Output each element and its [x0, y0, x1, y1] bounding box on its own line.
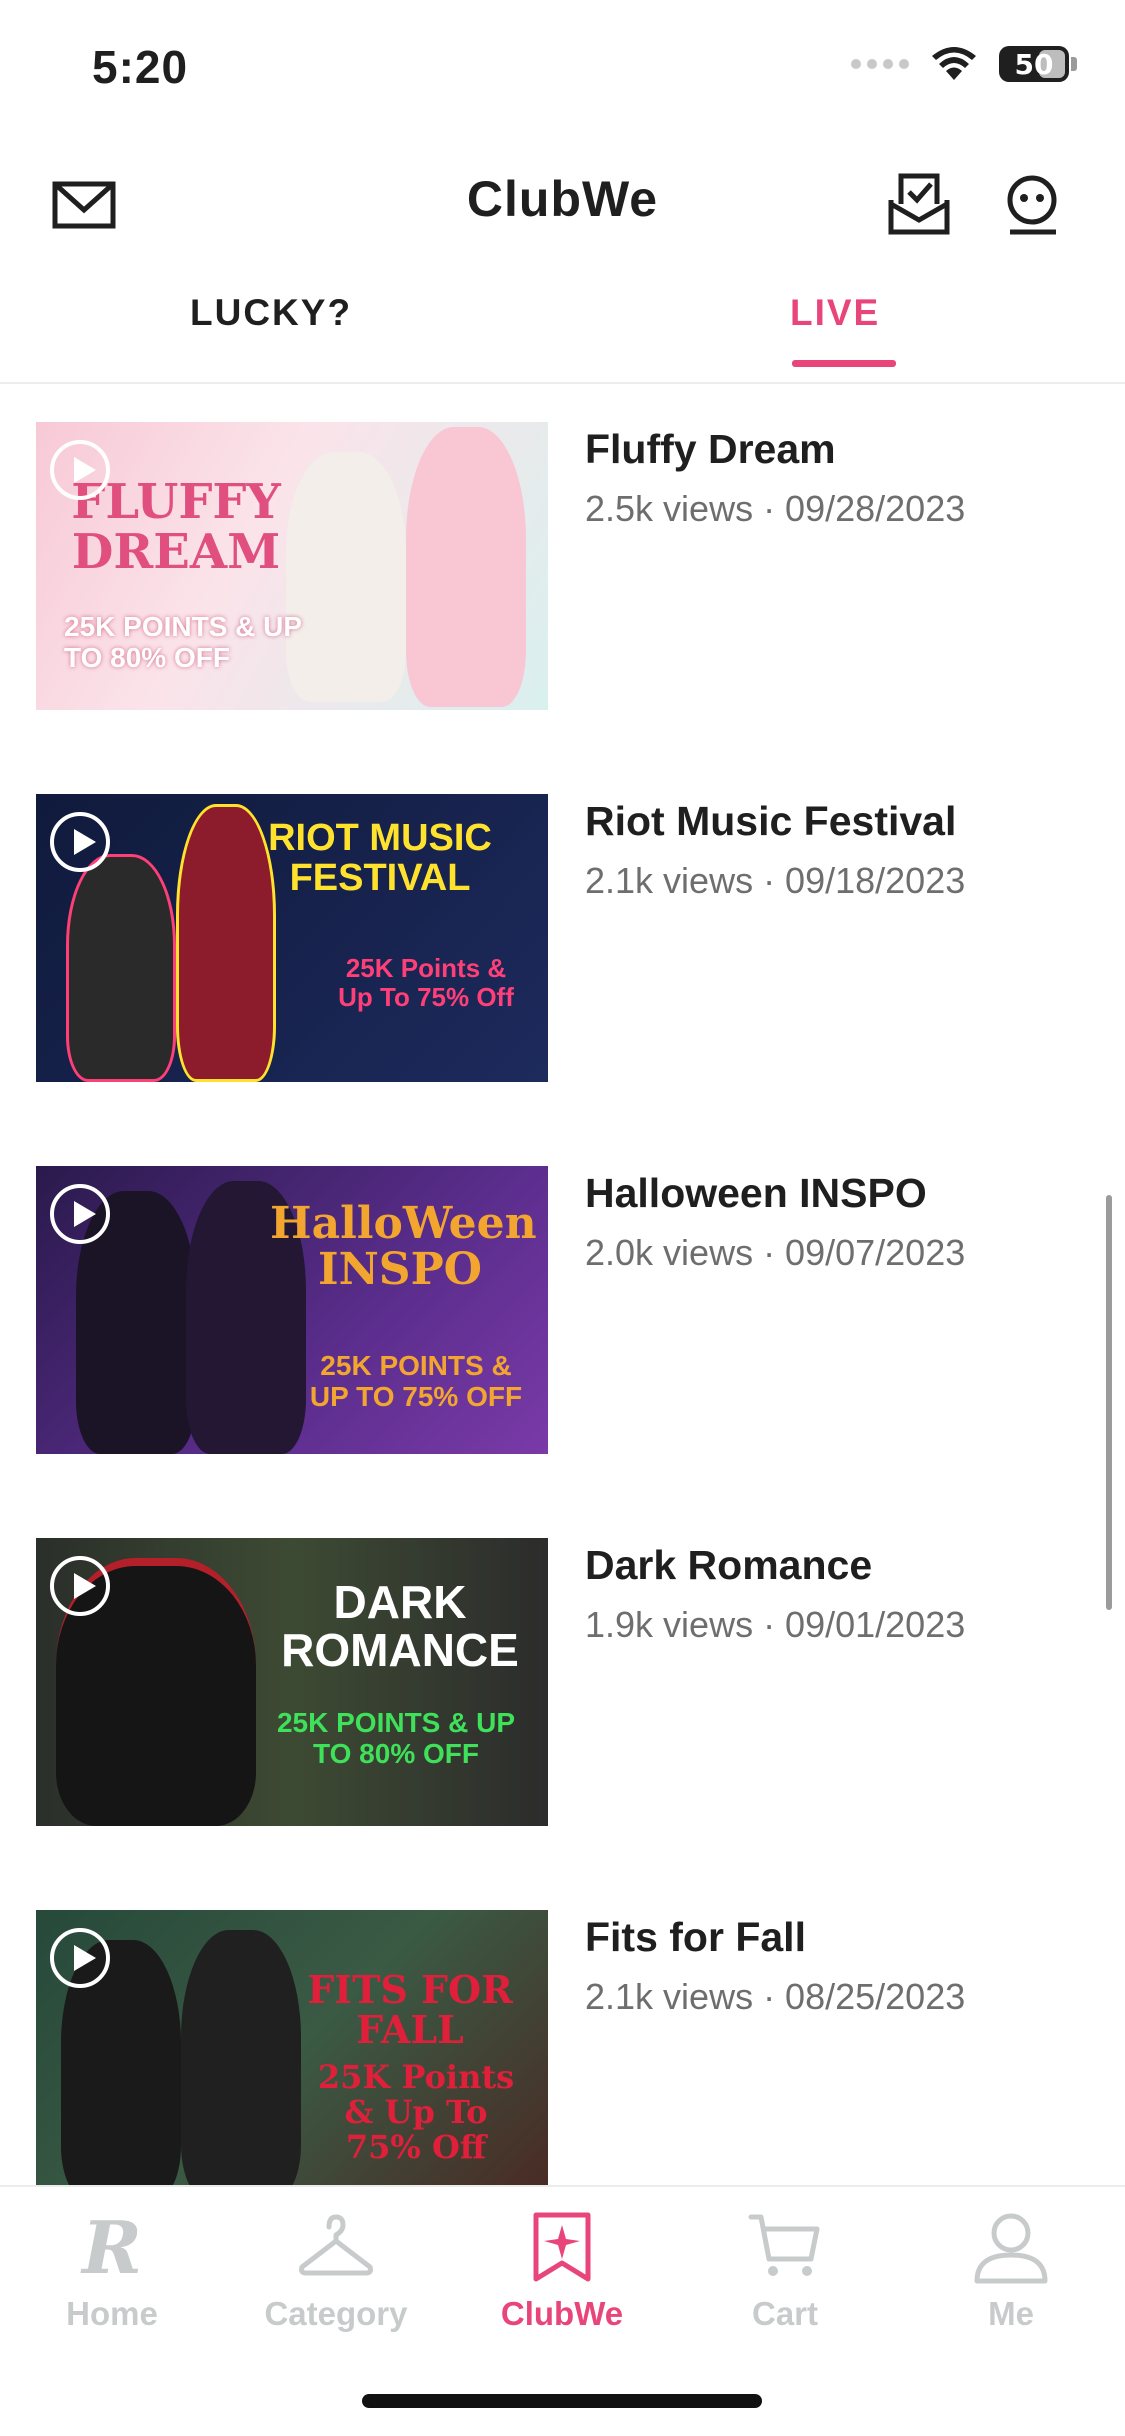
video-title[interactable]: Dark Romance — [585, 1542, 872, 1589]
video-thumbnail[interactable]: RIOT MUSIC FESTIVAL 25K Points & Up To 7… — [36, 794, 548, 1082]
play-icon — [50, 1184, 110, 1244]
hanger-icon — [299, 2214, 373, 2276]
list-item[interactable]: DARK ROMANCE 25K POINTS & UP TO 80% OFF … — [0, 1536, 1125, 1826]
r-logo-icon: R — [80, 2207, 142, 2287]
bookmark-star-icon — [533, 2212, 591, 2282]
nav-label-home: Home — [66, 2295, 158, 2332]
video-thumbnail[interactable]: FITS FOR FALL 25K Points & Up To 75% Off — [36, 1910, 548, 2198]
list-item[interactable]: RIOT MUSIC FESTIVAL 25K Points & Up To 7… — [0, 792, 1125, 1082]
video-thumbnail[interactable]: HalloWeen INSPO 25K POINTS & UP TO 75% O… — [36, 1166, 548, 1454]
nav-home[interactable]: R Home — [12, 2207, 212, 2333]
play-icon — [50, 812, 110, 872]
thumbnail-headline: RIOT MUSIC FESTIVAL — [268, 817, 492, 899]
app-title: ClubWe — [466, 171, 659, 227]
status-indicators: 50 — [851, 46, 1077, 82]
app-header: ClubWe — [0, 150, 1125, 250]
play-icon — [50, 1556, 110, 1616]
active-tab-indicator — [792, 360, 896, 367]
video-meta: 2.0k views · 09/07/2023 — [585, 1232, 966, 1273]
thumbnail-promo: 25K POINTS & UP TO 80% OFF — [64, 611, 302, 673]
thumbnail-headline: FITS FOR FALL — [307, 1967, 513, 2052]
video-meta: 2.1k views · 09/18/2023 — [585, 860, 966, 901]
thumbnail-promo: 25K Points & Up To 75% Off — [338, 953, 514, 1012]
home-indicator[interactable] — [362, 2394, 762, 2408]
thumbnail-headline: DARK ROMANCE — [281, 1576, 519, 1677]
wifi-icon — [932, 47, 976, 80]
video-title[interactable]: Riot Music Festival — [585, 798, 956, 845]
support-face-icon[interactable] — [1000, 170, 1068, 238]
list-item[interactable]: FITS FOR FALL 25K Points & Up To 75% Off… — [0, 1908, 1125, 2198]
video-meta: 2.1k views · 08/25/2023 — [585, 1976, 966, 2017]
list-item[interactable]: HalloWeen INSPO 25K POINTS & UP TO 75% O… — [0, 1164, 1125, 1454]
nav-clubwe[interactable]: ClubWe — [462, 2207, 662, 2333]
video-meta: 1.9k views · 09/01/2023 — [585, 1604, 966, 1645]
thumbnail-promo: 25K POINTS & UP TO 80% OFF — [276, 1707, 516, 1769]
video-title[interactable]: Fits for Fall — [585, 1914, 806, 1961]
battery-icon: 50 — [999, 46, 1069, 82]
video-thumbnail[interactable]: DARK ROMANCE 25K POINTS & UP TO 80% OFF — [36, 1538, 548, 1826]
battery-level: 50 — [1014, 47, 1054, 81]
person-icon — [974, 2213, 1048, 2284]
nav-label-clubwe: ClubWe — [500, 2295, 624, 2332]
tab-live[interactable]: LIVE — [790, 292, 880, 334]
svg-text:R: R — [80, 2207, 142, 2287]
nav-me[interactable]: Me — [911, 2207, 1111, 2333]
video-title[interactable]: Halloween INSPO — [585, 1170, 927, 1217]
thumbnail-promo: 25K Points & Up To 75% Off — [317, 2058, 515, 2167]
cart-icon — [748, 2214, 820, 2276]
video-title[interactable]: Fluffy Dream — [585, 426, 836, 473]
play-icon — [50, 440, 110, 500]
tab-lucky[interactable]: LUCKY? — [190, 292, 352, 334]
inbox-check-icon[interactable] — [885, 170, 953, 238]
cellular-signal-icon — [851, 59, 909, 69]
nav-category[interactable]: Category — [236, 2207, 436, 2333]
status-bar: 5:20 50 — [0, 0, 1125, 140]
nav-label-cart: Cart — [751, 2295, 819, 2332]
nav-label-me: Me — [988, 2295, 1034, 2332]
nav-label-category: Category — [264, 2295, 408, 2332]
thumbnail-headline: HalloWeen INSPO — [270, 1198, 537, 1296]
thumbnail-promo: 25K POINTS & UP TO 75% OFF — [309, 1350, 523, 1412]
video-thumbnail[interactable]: FLUFFY DREAM 25K POINTS & UP TO 80% OFF — [36, 422, 548, 710]
play-icon — [50, 1928, 110, 1988]
list-item[interactable]: FLUFFY DREAM 25K POINTS & UP TO 80% OFF … — [0, 420, 1125, 710]
tab-bar: LUCKY? LIVE — [0, 280, 1125, 384]
video-meta: 2.5k views · 09/28/2023 — [585, 488, 966, 529]
nav-cart[interactable]: Cart — [685, 2207, 885, 2333]
status-time: 5:20 — [92, 41, 189, 93]
scroll-indicator[interactable] — [1106, 1195, 1112, 1610]
